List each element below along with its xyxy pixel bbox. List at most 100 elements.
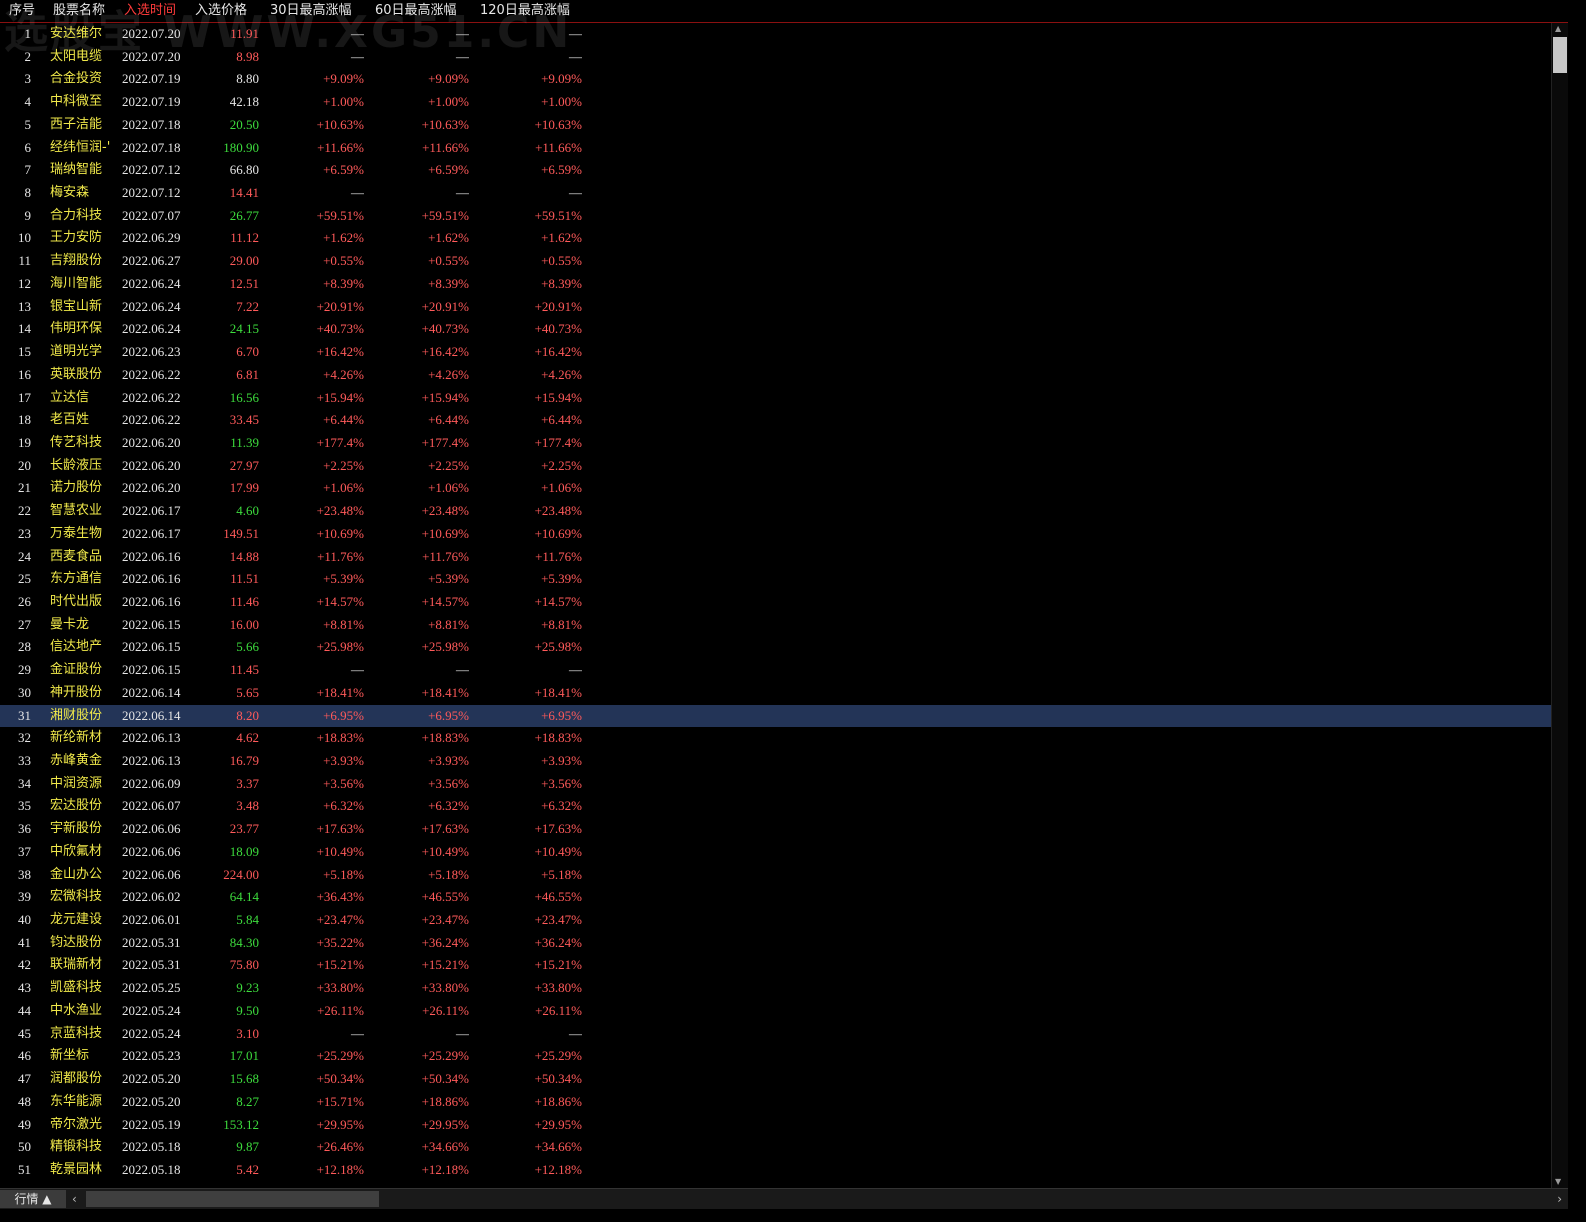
cell-30d-max-gain: +5.18% xyxy=(323,866,364,882)
cell-select-date: 2022.06.01 xyxy=(122,912,181,928)
table-row[interactable]: 44 中水渔业 2022.05.24 9.50 +26.11% +26.11% +26.11… xyxy=(0,1000,1552,1023)
table-row[interactable]: 33 赤峰黄金 2022.06.13 16.79 +3.93% +3.93% +3.93% xyxy=(0,750,1552,773)
cell-30d-max-gain: +18.83% xyxy=(316,730,364,746)
table-row[interactable]: 37 中欣氟材 2022.06.06 18.09 +10.49% +10.49% +10.4… xyxy=(0,841,1552,864)
header-index[interactable]: 序号 xyxy=(9,0,35,22)
table-row[interactable]: 1 安达维尔 2022.07.20 11.91 — — — xyxy=(0,23,1552,46)
cell-select-date: 2022.06.14 xyxy=(122,684,181,700)
table-row[interactable]: 43 凯盛科技 2022.05.25 9.23 +33.80% +33.80% +33.80… xyxy=(0,977,1552,1000)
table-row[interactable]: 46 新坐标 2022.05.23 17.01 +25.29% +25.29% +25.29… xyxy=(0,1045,1552,1068)
table-row[interactable]: 39 宏微科技 2022.06.02 64.14 +36.43% +46.55% +46.5… xyxy=(0,886,1552,909)
table-row[interactable]: 13 银宝山新 2022.06.24 7.22 +20.91% +20.91% +20.91… xyxy=(0,296,1552,319)
table-row[interactable]: 11 吉翔股份 2022.06.27 29.00 +0.55% +0.55% +0.55% xyxy=(0,250,1552,273)
table-row[interactable]: 6 经纬恒润-' 2022.07.18 180.90 +11.66% +11.66% +11… xyxy=(0,137,1552,160)
table-row[interactable]: 8 梅安森 2022.07.12 14.41 — — — xyxy=(0,182,1552,205)
table-row[interactable]: 2 太阳电缆 2022.07.20 8.98 — — — xyxy=(0,46,1552,69)
tab-market[interactable]: 行情 ▲ xyxy=(0,1190,66,1208)
cell-index: 49 xyxy=(18,1116,31,1132)
table-row[interactable]: 34 中润资源 2022.06.09 3.37 +3.56% +3.56% +3.56% xyxy=(0,773,1552,796)
cell-select-price: 11.51 xyxy=(230,571,259,587)
cell-60d-max-gain: +6.59% xyxy=(428,162,469,178)
table-row[interactable]: 21 诺力股份 2022.06.20 17.99 +1.06% +1.06% +1.06% xyxy=(0,477,1552,500)
table-row[interactable]: 23 万泰生物 2022.06.17 149.51 +10.69% +10.69% +10.… xyxy=(0,523,1552,546)
scroll-left-icon[interactable]: ‹ xyxy=(72,1191,77,1207)
table-row[interactable]: 9 合力科技 2022.07.07 26.77 +59.51% +59.51% +59.51… xyxy=(0,205,1552,228)
table-row[interactable]: 26 时代出版 2022.06.16 11.46 +14.57% +14.57% +14.5… xyxy=(0,591,1552,614)
cell-30d-max-gain: +6.59% xyxy=(323,162,364,178)
table-row[interactable]: 17 立达信 2022.06.22 16.56 +15.94% +15.94% +15.94… xyxy=(0,387,1552,410)
cell-30d-max-gain: +17.63% xyxy=(316,821,364,837)
cell-stock-name: 吉翔股份 xyxy=(50,253,103,269)
cell-select-date: 2022.06.17 xyxy=(122,503,181,519)
table-row[interactable]: 29 金证股份 2022.06.15 11.45 — — — xyxy=(0,659,1552,682)
table-row[interactable]: 4 中科微至 2022.07.19 42.18 +1.00% +1.00% +1.00% xyxy=(0,91,1552,114)
table-row[interactable]: 10 王力安防 2022.06.29 11.12 +1.62% +1.62% +1.62% xyxy=(0,227,1552,250)
table-row[interactable]: 40 龙元建设 2022.06.01 5.84 +23.47% +23.47% +23.47… xyxy=(0,909,1552,932)
cell-30d-max-gain: +10.49% xyxy=(316,843,364,859)
table-row[interactable]: 25 东方通信 2022.06.16 11.51 +5.39% +5.39% +5.39% xyxy=(0,568,1552,591)
table-row[interactable]: 42 联瑞新材 2022.05.31 75.80 +15.21% +15.21% +15.2… xyxy=(0,954,1552,977)
table-row[interactable]: 48 东华能源 2022.05.20 8.27 +15.71% +18.86% +18.86… xyxy=(0,1091,1552,1114)
table-row[interactable]: 7 瑞纳智能 2022.07.12 66.80 +6.59% +6.59% +6.59% xyxy=(0,159,1552,182)
table-row[interactable]: 18 老百姓 2022.06.22 33.45 +6.44% +6.44% +6.44% xyxy=(0,409,1552,432)
header-select-price[interactable]: 入选价格 xyxy=(195,0,247,22)
table-row[interactable]: 51 乾景园林 2022.05.18 5.42 +12.18% +12.18% +12.18… xyxy=(0,1159,1552,1182)
table-row[interactable]: 12 海川智能 2022.06.24 12.51 +8.39% +8.39% +8.39% xyxy=(0,273,1552,296)
table-row[interactable]: 30 神开股份 2022.06.14 5.65 +18.41% +18.41% +18.41… xyxy=(0,682,1552,705)
cell-stock-name: 润都股份 xyxy=(50,1071,103,1087)
horizontal-scroll-thumb[interactable] xyxy=(86,1191,379,1207)
header-select-date[interactable]: 入选时间 xyxy=(124,0,176,22)
cell-select-price: 3.48 xyxy=(236,798,259,814)
cell-120d-max-gain: +8.39% xyxy=(541,275,582,291)
table-row[interactable]: 47 润都股份 2022.05.20 15.68 +50.34% +50.34% +50.3… xyxy=(0,1068,1552,1091)
cell-stock-name: 太阳电缆 xyxy=(50,48,103,64)
table-row[interactable]: 38 金山办公 2022.06.06 224.00 +5.18% +5.18% +5.18% xyxy=(0,864,1552,887)
table-row[interactable]: 36 宇新股份 2022.06.06 23.77 +17.63% +17.63% +17.6… xyxy=(0,818,1552,841)
table-row[interactable]: 3 合金投资 2022.07.19 8.80 +9.09% +9.09% +9.09% xyxy=(0,68,1552,91)
table-row[interactable]: 45 京蓝科技 2022.05.24 3.10 — — — xyxy=(0,1023,1552,1046)
vertical-scrollbar[interactable]: ▲ ▼ xyxy=(1551,23,1568,1188)
table-row[interactable]: 32 新纶新材 2022.06.13 4.62 +18.83% +18.83% +18.83… xyxy=(0,727,1552,750)
cell-select-date: 2022.06.20 xyxy=(122,434,181,450)
vertical-scroll-thumb[interactable] xyxy=(1553,37,1567,73)
table-row[interactable]: 41 钧达股份 2022.05.31 84.30 +35.22% +36.24% +36.2… xyxy=(0,932,1552,955)
table-row[interactable]: 14 伟明环保 2022.06.24 24.15 +40.73% +40.73% +40.7… xyxy=(0,318,1552,341)
header-30d-max-gain[interactable]: 30日最高涨幅 xyxy=(270,0,352,22)
cell-120d-max-gain: +46.55% xyxy=(534,889,582,905)
header-60d-max-gain[interactable]: 60日最高涨幅 xyxy=(375,0,457,22)
table-row[interactable]: 22 智慧农业 2022.06.17 4.60 +23.48% +23.48% +23.48… xyxy=(0,500,1552,523)
cell-30d-max-gain: +25.98% xyxy=(316,639,364,655)
cell-select-date: 2022.05.24 xyxy=(122,1025,181,1041)
table-row[interactable]: 27 曼卡龙 2022.06.15 16.00 +8.81% +8.81% +8.81% xyxy=(0,614,1552,637)
scroll-right-icon[interactable]: › xyxy=(1557,1191,1562,1207)
cell-120d-max-gain: +6.32% xyxy=(541,798,582,814)
cell-120d-max-gain: +3.56% xyxy=(541,775,582,791)
table-row[interactable]: 15 道明光学 2022.06.23 6.70 +16.42% +16.42% +16.42… xyxy=(0,341,1552,364)
cell-30d-max-gain: +6.32% xyxy=(323,798,364,814)
table-row[interactable]: 49 帝尔激光 2022.05.19 153.12 +29.95% +29.95% +29.… xyxy=(0,1114,1552,1137)
cell-select-price: 17.99 xyxy=(229,480,259,496)
cell-120d-max-gain: +8.81% xyxy=(541,616,582,632)
table-row[interactable]: 19 传艺科技 2022.06.20 11.39 +177.4% +177.4% +177.… xyxy=(0,432,1552,455)
table-row[interactable]: 31 湘财股份 2022.06.14 8.20 +6.95% +6.95% +6.95% xyxy=(0,704,1552,728)
table-row[interactable]: 5 西子洁能 2022.07.18 20.50 +10.63% +10.63% +10.63… xyxy=(0,114,1552,137)
cell-30d-max-gain: +1.06% xyxy=(323,480,364,496)
bottom-bar: 行情 ▲ ‹ › xyxy=(0,1188,1568,1209)
scroll-down-icon[interactable]: ▼ xyxy=(1555,1178,1561,1186)
table-row[interactable]: 24 西麦食品 2022.06.16 14.88 +11.76% +11.76% +11.7… xyxy=(0,546,1552,569)
table-row[interactable]: 50 精锻科技 2022.05.18 9.87 +26.46% +34.66% +34.66… xyxy=(0,1136,1552,1159)
table-row[interactable]: 28 信达地产 2022.06.15 5.66 +25.98% +25.98% +25.98… xyxy=(0,636,1552,659)
cell-stock-name: 王力安防 xyxy=(50,230,103,246)
cell-stock-name: 帝尔激光 xyxy=(50,1116,103,1132)
cell-index: 16 xyxy=(18,366,31,382)
table-row[interactable]: 20 长龄液压 2022.06.20 27.97 +2.25% +2.25% +2.25% xyxy=(0,455,1552,478)
cell-stock-name: 钧达股份 xyxy=(50,934,103,950)
scroll-up-icon[interactable]: ▲ xyxy=(1555,25,1561,33)
header-stock-name[interactable]: 股票名称 xyxy=(53,0,105,22)
table-row[interactable]: 35 宏达股份 2022.06.07 3.48 +6.32% +6.32% +6.32% xyxy=(0,795,1552,818)
cell-select-price: 17.01 xyxy=(229,1048,259,1064)
cell-120d-max-gain: +6.59% xyxy=(541,162,582,178)
table-row[interactable]: 16 英联股份 2022.06.22 6.81 +4.26% +4.26% +4.26% xyxy=(0,364,1552,387)
header-120d-max-gain[interactable]: 120日最高涨幅 xyxy=(480,0,570,22)
cell-select-date: 2022.06.22 xyxy=(122,412,181,428)
